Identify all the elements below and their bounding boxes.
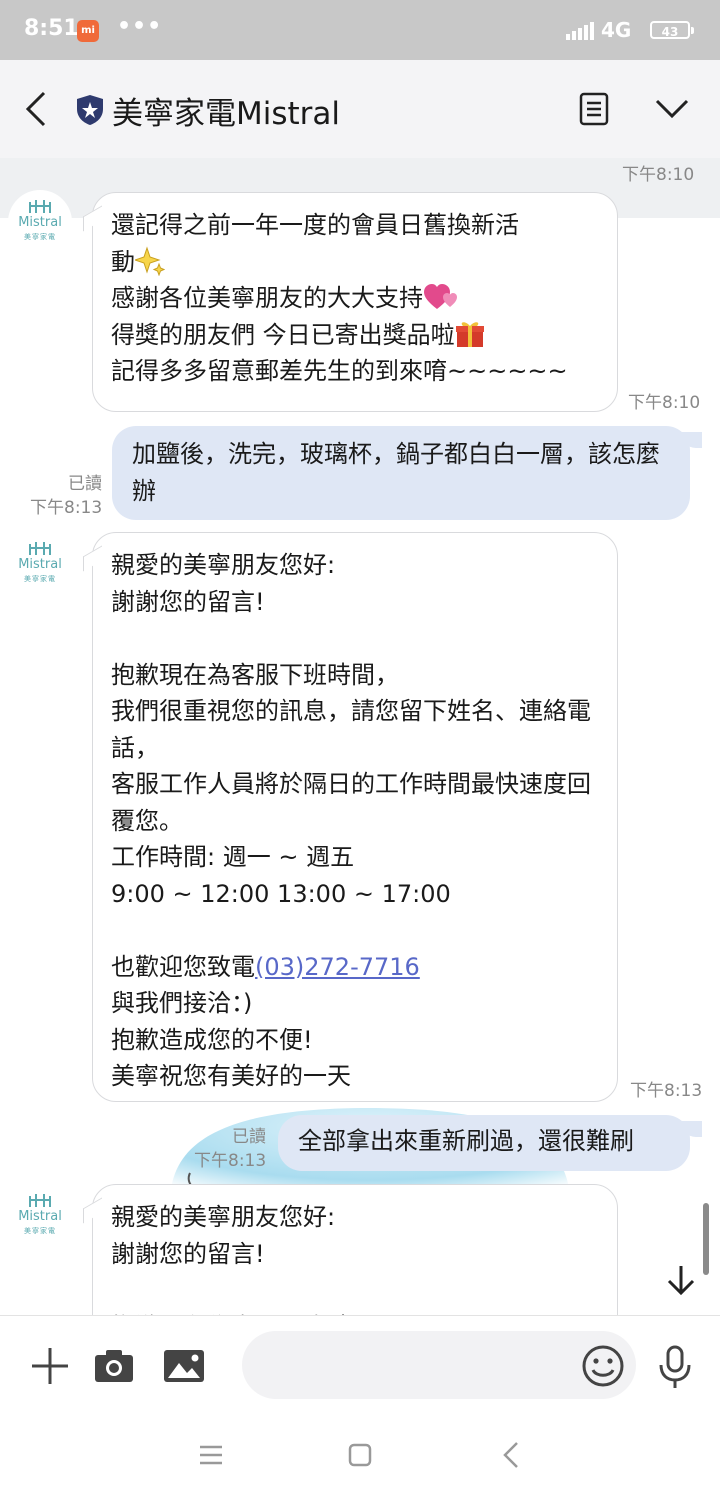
scrollbar[interactable] bbox=[703, 1203, 709, 1275]
message-line: 感謝各位美寧朋友的大大支持 bbox=[111, 284, 423, 312]
status-time: 8:51 bbox=[24, 16, 79, 41]
crown-logo-icon bbox=[29, 200, 51, 213]
more-notifications-icon: ••• bbox=[117, 14, 163, 39]
message-bubble-outgoing[interactable]: 全部拿出來重新刷過，還很難刷 bbox=[278, 1115, 702, 1171]
message-line: 得獎的朋友們 今日已寄出獎品啦 bbox=[111, 320, 455, 349]
plus-icon[interactable] bbox=[30, 1346, 70, 1386]
microphone-icon[interactable] bbox=[658, 1345, 692, 1389]
read-receipt: 已讀 bbox=[68, 474, 102, 494]
mistral-avatar[interactable]: Mistral 美寧家電 bbox=[8, 532, 72, 596]
avatar-brand-sub: 美寧家電 bbox=[24, 575, 56, 583]
scroll-down-arrow-icon[interactable] bbox=[664, 1263, 698, 1297]
battery-icon: 43 bbox=[650, 21, 694, 39]
menu-icon[interactable] bbox=[198, 1443, 224, 1467]
crown-logo-icon bbox=[29, 1194, 51, 1207]
two-hearts-emoji bbox=[424, 284, 457, 309]
system-nav-bar bbox=[0, 1413, 720, 1499]
signal-icon bbox=[566, 22, 594, 40]
avatar-brand-sub: 美寧家電 bbox=[24, 233, 56, 241]
crown-logo-icon bbox=[29, 542, 51, 555]
status-bar: 8:51 mi ••• 4G 43 bbox=[0, 0, 720, 60]
sparkles-emoji bbox=[135, 245, 165, 276]
home-icon[interactable] bbox=[348, 1443, 372, 1467]
avatar-brand: Mistral bbox=[18, 215, 62, 230]
phone-link[interactable]: (03)272-7716 bbox=[255, 953, 420, 981]
message-bubble-incoming[interactable]: 還記得之前一年一度的會員日舊換新活 動 感謝各位美寧朋友的大大支持 得獎的朋友們… bbox=[92, 192, 618, 412]
back-chevron-icon[interactable] bbox=[22, 90, 52, 128]
message-timestamp: 下午8:10 bbox=[628, 393, 701, 413]
input-bar bbox=[0, 1315, 720, 1414]
gift-emoji bbox=[455, 321, 484, 347]
message-input[interactable] bbox=[242, 1331, 636, 1399]
emoji-icon[interactable] bbox=[582, 1345, 624, 1387]
mistral-avatar[interactable]: Mistral 美寧家電 bbox=[8, 1184, 72, 1248]
camera-icon[interactable] bbox=[94, 1349, 134, 1383]
chat-area[interactable]: 下午8:10 Mistral 美寧家電 還記得之前一年一度的會員日舊換新活 動 … bbox=[0, 158, 720, 1315]
image-icon[interactable] bbox=[163, 1349, 205, 1383]
message-line: 動 bbox=[111, 247, 135, 276]
mistral-avatar[interactable]: Mistral 美寧家電 bbox=[8, 190, 72, 254]
chevron-down-icon[interactable] bbox=[654, 96, 690, 120]
message-text: 親愛的美寧朋友您好: 謝謝您的留言! 抱歉現在為客服下班時間， 我們很重視您的訊… bbox=[111, 551, 591, 981]
message-line: 記得多多留意郵差先生的到來唷~~~~~~ bbox=[111, 357, 568, 385]
chat-header: 美寧家電Mistral bbox=[0, 60, 720, 158]
mi-app-icon: mi bbox=[77, 20, 99, 42]
avatar-brand: Mistral bbox=[18, 557, 62, 572]
message-timestamp: 下午8:13 bbox=[30, 498, 103, 518]
chat-title: 美寧家電Mistral bbox=[112, 96, 341, 132]
message-bubble-outgoing[interactable]: 加鹽後，洗完，玻璃杯，鍋子都白白一層，該怎麼辦 bbox=[112, 426, 702, 520]
message-bubble-incoming[interactable]: 親愛的美寧朋友您好: 謝謝您的留言! 抱歉現在為客服下班時間， 我們很重視您的訊… bbox=[92, 532, 618, 1102]
shield-star-icon bbox=[77, 95, 103, 125]
message-bubble-incoming[interactable]: 親愛的美寧朋友您好: 謝謝您的留言! 抱歉現在為客服下班時間 bbox=[92, 1184, 618, 1315]
network-type: 4G bbox=[601, 18, 632, 42]
message-timestamp: 下午8:13 bbox=[194, 1151, 267, 1171]
avatar-brand-sub: 美寧家電 bbox=[24, 1227, 56, 1235]
message-text: 與我們接洽：) 抱歉造成您的不便! 美寧祝您有美好的一天 bbox=[111, 989, 351, 1090]
notes-icon[interactable] bbox=[578, 92, 610, 126]
message-timestamp: 下午8:13 bbox=[630, 1081, 703, 1101]
message-line: 還記得之前一年一度的會員日舊換新活 bbox=[111, 211, 519, 239]
avatar-brand: Mistral bbox=[18, 1209, 62, 1224]
read-receipt: 已讀 bbox=[232, 1127, 266, 1147]
back-icon[interactable] bbox=[502, 1441, 520, 1469]
message-timestamp: 下午8:10 bbox=[622, 165, 695, 185]
